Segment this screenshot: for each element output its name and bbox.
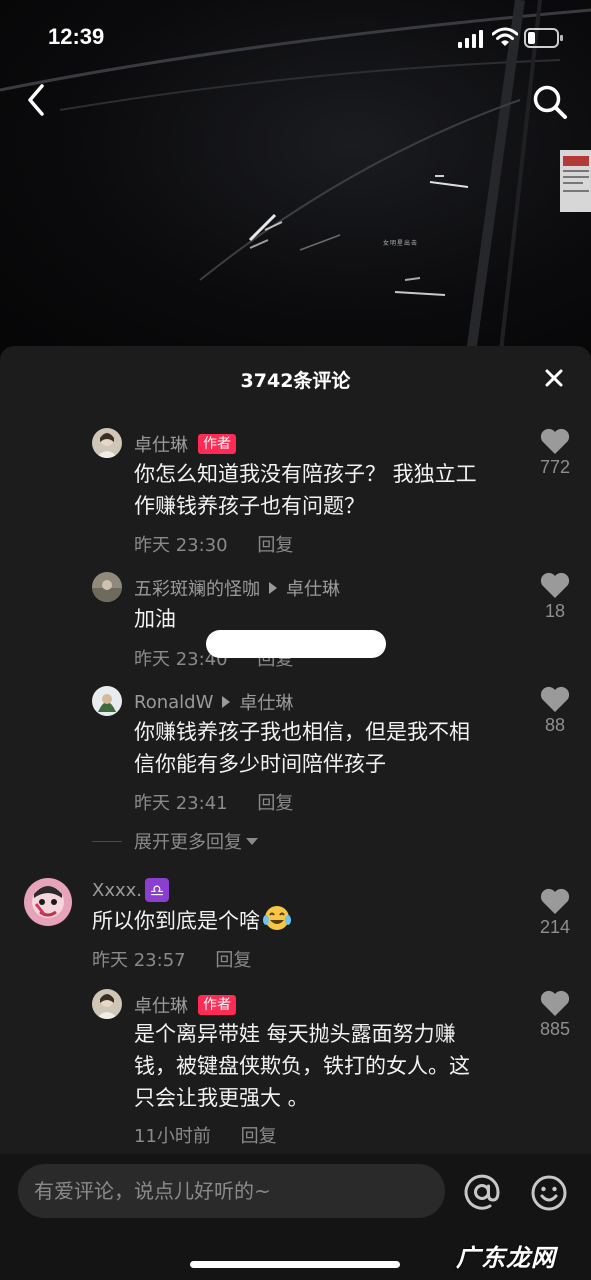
username[interactable]: 卓仕琳 bbox=[134, 992, 188, 1018]
status-time: 12:39 bbox=[48, 24, 105, 49]
reply-to-username[interactable]: 卓仕琳 bbox=[286, 575, 340, 601]
comment-author-line: 卓仕琳 作者 bbox=[134, 431, 236, 457]
laugh-cry-emoji-icon bbox=[263, 906, 291, 930]
comment-text-line: 所以你到底是个啥 bbox=[92, 909, 260, 933]
reply-button[interactable]: 回复 bbox=[257, 535, 293, 556]
emoji-icon[interactable] bbox=[530, 1174, 568, 1212]
home-indicator[interactable] bbox=[190, 1261, 400, 1268]
comment-time: 昨天 23:30 bbox=[134, 535, 228, 556]
username[interactable]: 卓仕琳 bbox=[134, 431, 188, 457]
avatar[interactable] bbox=[92, 572, 122, 602]
comment-input[interactable] bbox=[18, 1164, 445, 1218]
close-icon[interactable] bbox=[540, 364, 568, 392]
like-button[interactable]: 18 bbox=[530, 572, 580, 622]
comments-header: 3742条评论 bbox=[0, 346, 591, 408]
reply-button[interactable]: 回复 bbox=[215, 950, 251, 971]
like-count: 18 bbox=[544, 601, 566, 621]
username[interactable]: Xxxx. bbox=[92, 880, 142, 901]
comment-author-line: Xxxx. ♎ bbox=[92, 878, 170, 902]
redaction-mark bbox=[206, 630, 386, 658]
comment-author-line: RonaldW 卓仕琳 bbox=[134, 689, 293, 715]
avatar[interactable] bbox=[92, 428, 122, 458]
reply-to-username[interactable]: 卓仕琳 bbox=[239, 689, 293, 715]
site-watermark: 广东龙网 bbox=[456, 1244, 556, 1272]
username[interactable]: RonaldW bbox=[134, 692, 213, 713]
mention-at-icon[interactable] bbox=[462, 1172, 502, 1212]
comment-text-line: 你赚钱养孩子我也相信，但是我不相 bbox=[134, 720, 470, 744]
search-button[interactable] bbox=[530, 82, 570, 122]
heart-icon bbox=[540, 888, 570, 914]
avatar[interactable] bbox=[92, 989, 122, 1019]
like-button[interactable]: 885 bbox=[530, 990, 580, 1040]
cellular-signal-icon bbox=[458, 30, 483, 48]
like-button[interactable]: 88 bbox=[530, 686, 580, 736]
expand-more-replies-label: 展开更多回复 bbox=[134, 832, 242, 853]
battery-icon bbox=[524, 28, 563, 48]
comment-text-line: 加油 bbox=[134, 607, 176, 631]
comment-text-line: 你怎么知道我没有陪孩子？ 我独立工 bbox=[134, 462, 477, 486]
reply-to-arrow-icon bbox=[269, 582, 277, 594]
comments-sheet: 3742条评论 卓仕琳 作者 你怎么知道我没有陪孩子？ 我独立工 作赚钱养孩子也… bbox=[0, 346, 591, 1280]
heart-icon bbox=[540, 572, 570, 598]
like-count: 885 bbox=[539, 1019, 571, 1039]
comments-count-title: 3742条评论 bbox=[240, 370, 351, 392]
expand-more-replies-button[interactable]: 展开更多回复 bbox=[92, 828, 258, 854]
comment-time: 昨天 23:57 bbox=[92, 950, 186, 971]
comment-text: 所以你到底是个啥 bbox=[92, 904, 292, 937]
author-badge: 作者 bbox=[198, 995, 236, 1015]
libra-zodiac-icon: ♎ bbox=[145, 878, 170, 902]
comment-meta: 11小时前 回复 bbox=[134, 1122, 277, 1148]
comment-text: 你怎么知道我没有陪孩子？ 我独立工 作赚钱养孩子也有问题？ bbox=[134, 458, 477, 522]
comment-author-line: 卓仕琳 作者 bbox=[134, 992, 236, 1018]
comment-text-line: 只会让我更强大 。 bbox=[134, 1086, 309, 1110]
comment-text-line: 是个离异带娃 每天抛头露面努力赚 bbox=[134, 1022, 456, 1046]
comment-text: 是个离异带娃 每天抛头露面努力赚 钱，被键盘侠欺负，铁打的女人。这 只会让我更强… bbox=[134, 1018, 470, 1114]
like-button[interactable]: 214 bbox=[530, 888, 580, 938]
back-button[interactable] bbox=[22, 82, 52, 118]
comment-input-bar: 广东龙网 bbox=[0, 1154, 591, 1280]
comment-meta: 昨天 23:41 回复 bbox=[134, 789, 293, 815]
avatar[interactable] bbox=[92, 686, 122, 716]
comment-author-line: 五彩斑斓的怪咖 卓仕琳 bbox=[134, 575, 340, 601]
reply-to-arrow-icon bbox=[222, 696, 231, 708]
comment-text-line: 作赚钱养孩子也有问题？ bbox=[134, 494, 365, 518]
like-count: 214 bbox=[539, 917, 571, 937]
comment-text-line: 钱，被键盘侠欺负，铁打的女人。这 bbox=[134, 1054, 470, 1078]
heart-icon bbox=[540, 990, 570, 1016]
reply-button[interactable]: 回复 bbox=[241, 1126, 277, 1147]
comment-time: 11小时前 bbox=[134, 1126, 211, 1147]
avatar[interactable] bbox=[24, 878, 72, 926]
username[interactable]: 五彩斑斓的怪咖 bbox=[134, 575, 260, 601]
chevron-down-icon bbox=[246, 837, 258, 845]
comment-text-line: 信你能有多少时间陪伴孩子 bbox=[134, 752, 386, 776]
heart-icon bbox=[540, 686, 570, 712]
status-bar: 12:39 bbox=[0, 0, 591, 70]
heart-icon bbox=[540, 428, 570, 454]
comment-time: 昨天 23:41 bbox=[134, 793, 228, 814]
reply-button[interactable]: 回复 bbox=[257, 793, 293, 814]
comment-text: 加油 bbox=[134, 603, 176, 635]
divider bbox=[92, 840, 122, 842]
comment-meta: 昨天 23:30 回复 bbox=[134, 531, 293, 557]
comment-text: 你赚钱养孩子我也相信，但是我不相 信你能有多少时间陪伴孩子 bbox=[134, 716, 470, 780]
like-count: 88 bbox=[544, 715, 566, 735]
comment-meta: 昨天 23:57 回复 bbox=[92, 946, 251, 972]
video-caption-text: 女明星出击 bbox=[383, 240, 419, 247]
like-count: 772 bbox=[539, 457, 571, 477]
wifi-icon bbox=[492, 27, 518, 46]
author-badge: 作者 bbox=[198, 434, 236, 454]
like-button[interactable]: 772 bbox=[530, 428, 580, 478]
